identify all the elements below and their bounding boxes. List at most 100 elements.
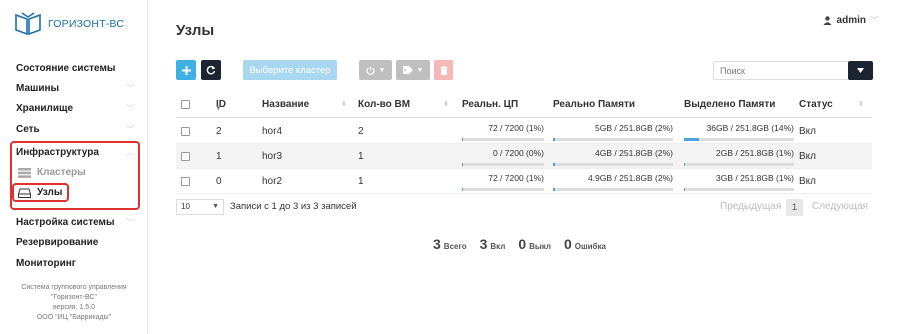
stat-off: 0 Выкл	[518, 236, 551, 252]
sidebar-item-label: Настройка системы	[16, 217, 115, 228]
brand-logo[interactable]: ГОРИЗОНТ-ВС	[14, 12, 124, 36]
sort-icon[interactable]: ⬍	[341, 93, 347, 117]
row-checkbox[interactable]	[181, 177, 190, 186]
row-checkbox[interactable]	[181, 127, 190, 136]
column-header-real-memory[interactable]: Реально Памяти	[553, 93, 635, 117]
real-memory-text: 4GB / 251.8GB (2%)	[595, 148, 673, 158]
sidebar-item-label: Состояние системы	[16, 63, 116, 74]
add-button[interactable]	[176, 60, 196, 80]
next-page-button[interactable]: Следующая	[812, 201, 868, 212]
cell-vm-count: 2	[358, 126, 364, 137]
trash-icon	[439, 65, 448, 75]
current-page-button[interactable]: 1	[786, 199, 803, 216]
delete-button[interactable]	[434, 60, 453, 80]
sidebar-item-machines[interactable]: Машины ﹀	[16, 82, 134, 96]
tag-menu-button[interactable]: ▼	[396, 60, 430, 80]
allocated-memory-progress-fill	[684, 163, 686, 166]
select-cluster-label: Выберите кластер	[249, 64, 331, 76]
caret-down-icon	[857, 68, 864, 73]
cell-real-cpu: 72 / 7200 (1%)	[462, 172, 544, 192]
real-memory-text: 5GB / 251.8GB (2%)	[595, 123, 673, 133]
search-input[interactable]	[713, 61, 849, 80]
real-cpu-text: 72 / 7200 (1%)	[488, 173, 544, 183]
real-cpu-progress-track	[462, 138, 544, 141]
chevron-down-icon: ﹀	[126, 218, 134, 227]
pagination-bar: 10 ▼ Записи с 1 до 3 из 3 записей Предыд…	[176, 199, 872, 217]
caret-down-icon: ▼	[212, 203, 219, 210]
sidebar-item-backup[interactable]: Резервирование	[16, 236, 134, 250]
brand-name: ГОРИЗОНТ-ВС	[48, 18, 125, 30]
chevron-down-icon: ﹀	[870, 16, 878, 25]
cell-name[interactable]: hor2	[262, 169, 282, 194]
chevron-down-icon: ﹀	[126, 104, 134, 113]
sidebar-item-label: Машины	[16, 83, 60, 94]
allocated-memory-text: 36GB / 251.8GB (14%)	[706, 123, 794, 133]
chevron-down-icon: ﹀	[126, 125, 134, 134]
real-memory-progress-track	[553, 138, 673, 141]
sidebar-item-settings[interactable]: Настройка системы ﹀	[16, 216, 134, 230]
header-divider	[176, 117, 872, 118]
prev-page-button[interactable]: Предыдущая	[720, 201, 781, 212]
plus-icon	[181, 65, 191, 75]
table-row[interactable]: 0 hor2 1 Вкл 72 / 7200 (1%) 4.9GB / 251.8GB (…	[176, 169, 872, 194]
allocated-memory-text: 2GB / 251.8GB (1%)	[716, 148, 794, 158]
real-cpu-progress-fill	[462, 188, 463, 191]
tag-icon	[402, 66, 413, 74]
highlight-box-nodes	[12, 183, 69, 202]
real-cpu-text: 0 / 7200 (0%)	[492, 148, 544, 158]
cell-name[interactable]: hor4	[262, 119, 282, 144]
allocated-memory-progress-track	[684, 163, 794, 166]
cell-real-cpu: 0 / 7200 (0%)	[462, 147, 544, 167]
search-filter-button[interactable]	[848, 61, 873, 80]
cell-status: Вкл	[799, 126, 816, 137]
stat-error: 0 Ошибка	[564, 236, 606, 252]
sort-icon[interactable]: ⬍	[858, 93, 864, 117]
sort-desc-icon[interactable]: ▼	[215, 93, 222, 117]
column-header-real-cpu[interactable]: Реальн. ЦП	[462, 93, 518, 117]
cell-vm-count: 1	[358, 176, 364, 187]
sidebar-item-storage[interactable]: Хранилище ﹀	[16, 102, 134, 116]
row-checkbox[interactable]	[181, 152, 190, 161]
table-row[interactable]: 1 hor3 1 Вкл 0 / 7200 (0%) 4GB / 251.8GB (2%)…	[176, 144, 872, 169]
cell-status: Вкл	[799, 151, 816, 162]
sidebar-item-monitoring[interactable]: Мониторинг	[16, 257, 134, 271]
sidebar-item-network[interactable]: Сеть ﹀	[16, 123, 134, 137]
refresh-icon	[206, 65, 216, 75]
cell-id: 2	[216, 126, 222, 137]
select-cluster-button[interactable]: Выберите кластер	[243, 60, 337, 80]
cell-name[interactable]: hor3	[262, 144, 282, 169]
cell-vm-count: 1	[358, 151, 364, 162]
cell-id: 1	[216, 151, 222, 162]
power-menu-button[interactable]: ▼	[359, 60, 392, 80]
caret-down-icon: ▼	[378, 66, 386, 74]
sidebar-item-label: Резервирование	[16, 237, 99, 248]
column-header-allocated-memory[interactable]: Выделено Памяти	[684, 93, 775, 117]
allocated-memory-progress-track	[684, 188, 794, 191]
allocated-memory-progress-fill	[684, 138, 700, 141]
sort-icon[interactable]: ⬍	[443, 93, 449, 117]
user-menu[interactable]: admin ﹀	[823, 15, 878, 26]
topbar: Узлы admin ﹀	[148, 0, 900, 46]
cell-real-cpu: 72 / 7200 (1%)	[462, 122, 544, 142]
stat-label: Выкл	[529, 242, 551, 251]
cell-real-memory: 4GB / 251.8GB (2%)	[553, 147, 673, 167]
cell-status: Вкл	[799, 176, 816, 187]
stat-number: 3	[479, 236, 488, 252]
sidebar-item-system-status[interactable]: Состояние системы	[16, 62, 134, 76]
real-cpu-text: 72 / 7200 (1%)	[488, 123, 544, 133]
table-row[interactable]: 2 hor4 2 Вкл 72 / 7200 (1%) 5GB / 251.8GB (2%…	[176, 119, 872, 144]
column-header-name[interactable]: Название	[262, 93, 309, 117]
refresh-button[interactable]	[201, 60, 221, 80]
cell-allocated-memory: 3GB / 251.8GB (1%)	[684, 172, 794, 192]
real-memory-progress-track	[553, 163, 673, 166]
page-title: Узлы	[176, 22, 215, 39]
column-header-vm-count[interactable]: Кол-во ВМ	[358, 93, 410, 117]
sidebar-item-label: Хранилище	[16, 103, 74, 114]
select-all-checkbox[interactable]	[181, 100, 190, 109]
column-header-status[interactable]: Статус	[799, 93, 833, 117]
real-cpu-progress-track	[462, 163, 544, 166]
page-size-select[interactable]: 10 ▼	[176, 199, 224, 215]
stat-number: 0	[518, 236, 527, 252]
stat-label: Всего	[443, 242, 467, 251]
allocated-memory-progress-track	[684, 138, 794, 141]
